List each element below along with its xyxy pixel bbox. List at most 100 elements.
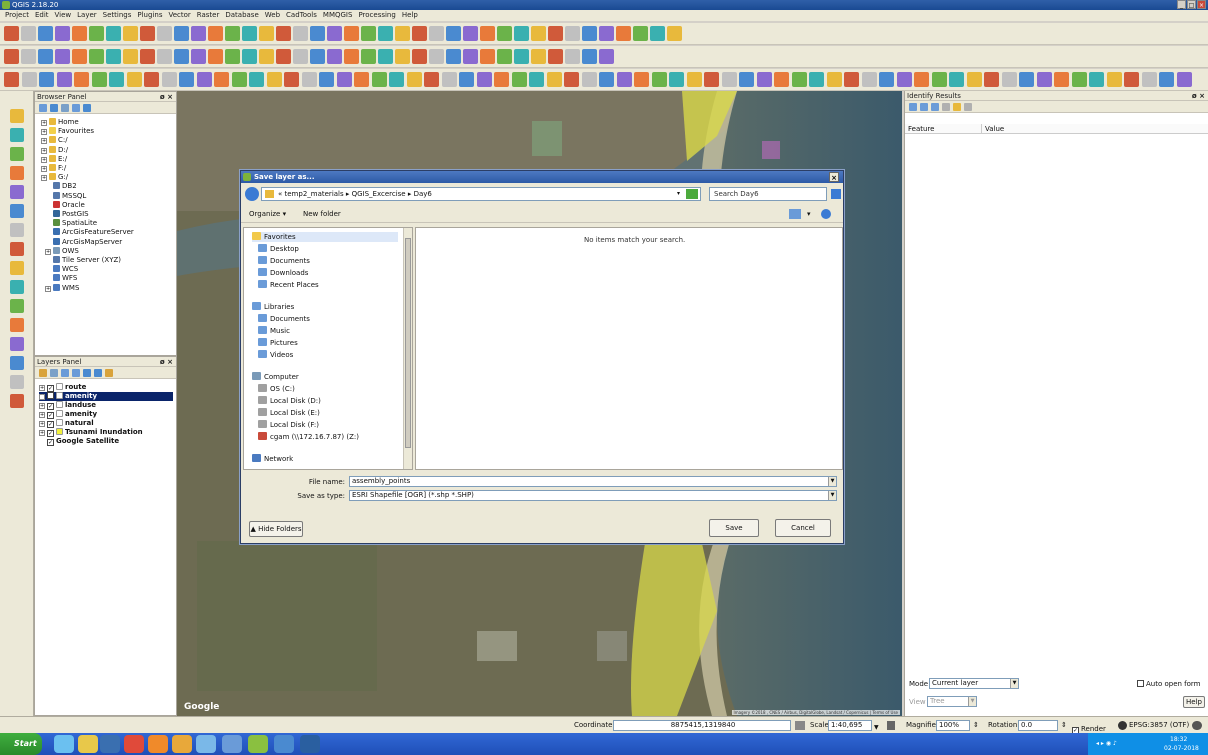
- toolbar-button-icon[interactable]: [774, 72, 789, 87]
- toolbar-button-icon[interactable]: [91, 72, 107, 87]
- browser-item[interactable]: + G:/: [41, 173, 68, 182]
- toolbar-button-icon[interactable]: [144, 72, 159, 87]
- ie-icon[interactable]: [54, 735, 74, 753]
- chevron-down-icon[interactable]: ▼: [828, 477, 836, 486]
- toolbar-button-icon[interactable]: [259, 26, 274, 41]
- toolbar-button-icon[interactable]: [514, 26, 529, 41]
- nav-item[interactable]: Documents: [258, 256, 310, 266]
- toolbar-button-icon[interactable]: [310, 26, 325, 41]
- save-type-select[interactable]: ESRI Shapefile [OGR] (*.shp *.SHP) ▼: [349, 490, 837, 501]
- toolbar-button-icon[interactable]: [191, 49, 206, 64]
- toolbar-button-icon[interactable]: [861, 72, 877, 87]
- checkbox[interactable]: [1137, 680, 1144, 687]
- menu-item[interactable]: Edit: [32, 10, 52, 21]
- menu-item[interactable]: Raster: [194, 10, 223, 21]
- menu-item[interactable]: Settings: [100, 10, 135, 21]
- toolbar-button-icon[interactable]: [72, 26, 87, 41]
- toolbar-button-icon[interactable]: [564, 72, 579, 87]
- new-folder-button[interactable]: New folder: [303, 210, 341, 218]
- info-icon[interactable]: [83, 104, 91, 112]
- expand-icon[interactable]: +: [39, 412, 45, 418]
- help-button[interactable]: Help: [1183, 696, 1205, 708]
- toolbar-button-icon[interactable]: [582, 26, 597, 41]
- toolbar-button-icon[interactable]: [123, 49, 138, 64]
- toolbar-button-icon[interactable]: [406, 72, 422, 87]
- layer-visibility-checkbox[interactable]: ✓: [47, 403, 54, 410]
- expand-icon[interactable]: +: [45, 248, 51, 255]
- toolbar-button-icon[interactable]: [739, 72, 754, 87]
- toolbar-button-icon[interactable]: [480, 49, 495, 64]
- view-value[interactable]: Tree: [930, 697, 945, 705]
- back-arrow-icon[interactable]: [245, 187, 259, 201]
- toolbar-button-icon[interactable]: [4, 49, 19, 64]
- toolbar-button-icon[interactable]: [344, 26, 359, 41]
- menu-item[interactable]: Vector: [165, 10, 193, 21]
- map-attribution[interactable]: Imagery ©2018 , CNES / Airbus, DigitalGl…: [731, 710, 900, 715]
- toolbar-button-icon[interactable]: [123, 26, 138, 41]
- toolbar-button-icon[interactable]: [531, 49, 546, 64]
- nav-item[interactable]: Recent Places: [258, 280, 319, 290]
- toolbar-button-icon[interactable]: [89, 26, 104, 41]
- toolbar-button-icon[interactable]: [616, 26, 631, 41]
- save-type-value[interactable]: ESRI Shapefile [OGR] (*.shp *.SHP): [352, 491, 474, 499]
- collapse-icon[interactable]: [72, 104, 80, 112]
- toolbar-button-icon[interactable]: [548, 49, 563, 64]
- toolbar-button-icon[interactable]: [463, 49, 478, 64]
- browser-item[interactable]: + Favourites: [41, 127, 94, 136]
- minimize-button[interactable]: _: [1177, 0, 1186, 9]
- toolbar-button-icon[interactable]: [497, 49, 512, 64]
- lock-icon[interactable]: [887, 721, 895, 730]
- nav-section[interactable]: Network: [252, 454, 293, 464]
- browser-item[interactable]: + Home: [41, 118, 79, 127]
- mail-icon[interactable]: [148, 735, 168, 753]
- toolbar-button-icon[interactable]: [480, 26, 495, 41]
- close-icon[interactable]: ø ×: [160, 357, 173, 367]
- toolbar-button-icon[interactable]: [74, 72, 89, 87]
- layer-tool-icon[interactable]: [10, 109, 24, 123]
- layer-tool-icon[interactable]: [10, 223, 24, 237]
- nav-section[interactable]: Libraries: [252, 302, 294, 312]
- expand-icon[interactable]: +: [41, 156, 47, 163]
- spin-icon[interactable]: ⇕: [1061, 717, 1067, 733]
- toolbar-button-icon[interactable]: [21, 49, 36, 64]
- layer-tool-icon[interactable]: [10, 394, 24, 408]
- toolbar-button-icon[interactable]: [650, 26, 665, 41]
- toolbar-button-icon[interactable]: [259, 49, 274, 64]
- layer-tool-icon[interactable]: [10, 128, 24, 142]
- toolbar-button-icon[interactable]: [242, 49, 257, 64]
- toolbar-button-icon[interactable]: [336, 72, 352, 87]
- start-button[interactable]: Start: [0, 733, 42, 755]
- nav-item[interactable]: Music: [258, 326, 290, 336]
- folder-icon[interactable]: [196, 735, 216, 753]
- cancel-button[interactable]: Cancel: [775, 519, 831, 537]
- toolbar-button-icon[interactable]: [476, 72, 492, 87]
- explorer-icon[interactable]: [78, 735, 98, 753]
- nav-item[interactable]: Local Disk (F:): [258, 420, 319, 430]
- layer-visibility-checkbox[interactable]: ✓: [47, 421, 54, 428]
- toolbar-button-icon[interactable]: [56, 72, 72, 87]
- toolbar-button-icon[interactable]: [1159, 72, 1174, 87]
- add-group-icon[interactable]: [50, 369, 58, 377]
- clock-time[interactable]: 18:32: [1170, 736, 1187, 743]
- toolbar-button-icon[interactable]: [914, 72, 929, 87]
- layer-tool-icon[interactable]: [10, 299, 24, 313]
- toolbar-button-icon[interactable]: [231, 72, 247, 87]
- chevron-down-icon[interactable]: ▾: [677, 188, 680, 200]
- nav-section[interactable]: Favorites: [252, 232, 398, 242]
- toolbar-button-icon[interactable]: [55, 26, 70, 41]
- filter-icon[interactable]: [72, 369, 80, 377]
- layer-item[interactable]: + amenity: [39, 392, 173, 401]
- toolbar-button-icon[interactable]: [949, 72, 964, 87]
- toolbar-button-icon[interactable]: [106, 26, 121, 41]
- toolbar-button-icon[interactable]: [429, 49, 444, 64]
- toolbar-button-icon[interactable]: [1089, 72, 1104, 87]
- toolbar-button-icon[interactable]: [208, 26, 223, 41]
- layer-tool-icon[interactable]: [10, 280, 24, 294]
- toolbar-button-icon[interactable]: [429, 26, 444, 41]
- menu-item[interactable]: View: [52, 10, 75, 21]
- toolbar-button-icon[interactable]: [378, 26, 393, 41]
- toolbar-button-icon[interactable]: [266, 72, 282, 87]
- refresh-icon[interactable]: [686, 189, 698, 199]
- spin-icon[interactable]: ⇕: [973, 717, 979, 733]
- toolbar-button-icon[interactable]: [424, 72, 439, 87]
